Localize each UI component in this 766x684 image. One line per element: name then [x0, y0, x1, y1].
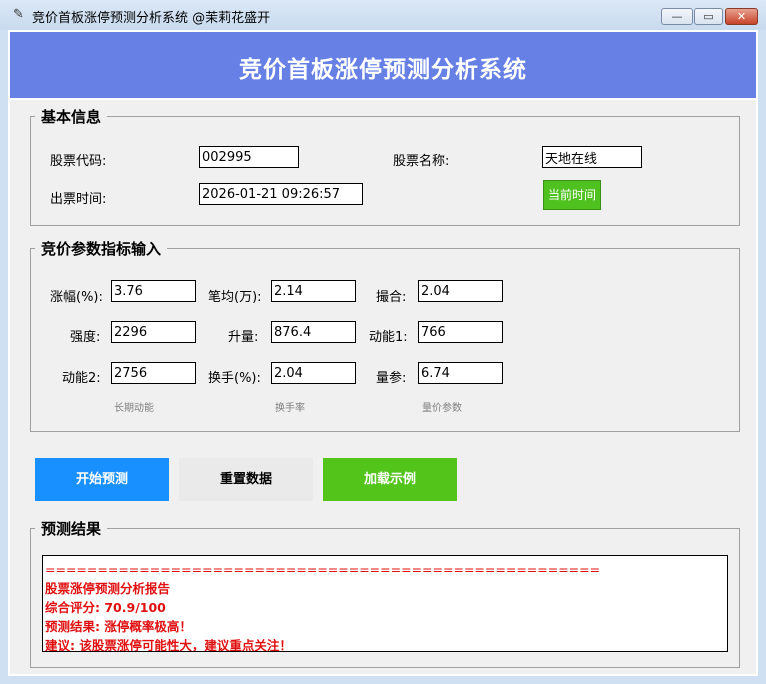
param-input-avg-trade[interactable]	[271, 280, 356, 302]
param-input-volume-rise[interactable]	[271, 321, 356, 343]
maximize-button[interactable]: ▭	[694, 8, 723, 25]
result-line: ========================================…	[45, 562, 601, 577]
app-header: 竞价首板涨停预测分析系统	[10, 32, 756, 98]
param-label-match: 撮合:	[376, 290, 407, 305]
param-label-momentum2: 动能2:	[62, 371, 101, 386]
load-example-button[interactable]: 加载示例	[323, 458, 457, 501]
param-label-turnover: 换手(%):	[208, 371, 261, 386]
param-input-turnover[interactable]	[271, 362, 356, 384]
result-line: 股票涨停预测分析报告	[45, 581, 171, 596]
basic-info-legend: 基本信息	[41, 108, 102, 126]
issue-time-input[interactable]	[199, 183, 363, 205]
param-input-rise[interactable]	[111, 280, 196, 302]
param-input-volume-param[interactable]	[418, 362, 503, 384]
param-label-volume-param: 量参:	[376, 371, 407, 386]
param-label-momentum1: 动能1:	[369, 330, 408, 345]
param-input-momentum1[interactable]	[418, 321, 503, 343]
issue-time-label: 出票时间:	[50, 192, 107, 207]
title-bar[interactable]: ✎ 竞价首板涨停预测分析系统 @茉莉花盛开 — ▭ ✕	[0, 0, 766, 30]
params-legend: 竞价参数指标输入	[41, 240, 162, 258]
minimize-button[interactable]: —	[661, 8, 693, 25]
param-input-match[interactable]	[418, 280, 503, 302]
param-label-rise: 涨幅(%):	[50, 290, 103, 305]
stock-name-input[interactable]	[542, 146, 642, 168]
hint-long-term-momentum: 长期动能	[114, 403, 154, 414]
reset-data-button[interactable]: 重置数据	[179, 458, 313, 501]
param-input-momentum2[interactable]	[111, 362, 196, 384]
hint-volume-price: 量价参数	[422, 403, 462, 414]
page-title: 竞价首板涨停预测分析系统	[239, 57, 527, 83]
stock-code-label: 股票代码:	[50, 154, 107, 169]
result-line: 综合评分: 70.9/100	[45, 600, 166, 615]
result-legend: 预测结果	[41, 520, 102, 538]
current-time-button[interactable]: 当前时间	[543, 180, 601, 210]
param-label-strength: 强度:	[70, 330, 101, 345]
result-textbox[interactable]: ========================================…	[42, 555, 728, 652]
result-line: 预测结果: 涨停概率极高！	[45, 619, 192, 634]
param-input-strength[interactable]	[111, 321, 196, 343]
close-button[interactable]: ✕	[725, 8, 758, 25]
result-line: 建议: 该股票涨停可能性大，建议重点关注！	[45, 638, 292, 652]
param-label-volume-rise: 升量:	[228, 330, 259, 345]
param-label-avg-trade: 笔均(万):	[208, 290, 262, 305]
feather-icon: ✎	[13, 7, 24, 22]
window-title: 竞价首板涨停预测分析系统 @茉莉花盛开	[32, 11, 271, 26]
start-predict-button[interactable]: 开始预测	[35, 458, 169, 501]
app-window: ✎ 竞价首板涨停预测分析系统 @茉莉花盛开 — ▭ ✕ 竞价首板涨停预测分析系统…	[0, 0, 766, 684]
client-area: 竞价首板涨停预测分析系统 基本信息 股票代码: 股票名称: 出票时间: 当前时间…	[8, 30, 758, 676]
hint-turnover-rate: 换手率	[275, 403, 305, 414]
stock-code-input[interactable]	[199, 146, 299, 168]
stock-name-label: 股票名称:	[393, 154, 450, 169]
